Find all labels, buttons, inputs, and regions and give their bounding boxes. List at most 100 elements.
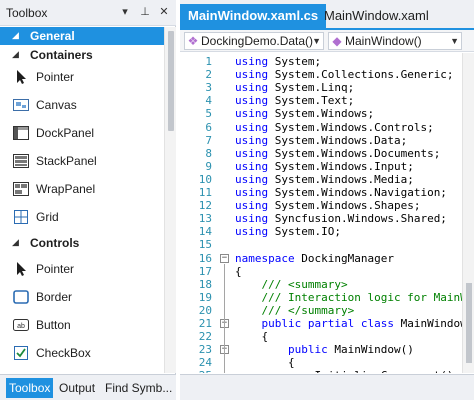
code-line: 6 using System.Windows.Controls; bbox=[180, 121, 474, 134]
dockpanel-icon bbox=[13, 126, 29, 140]
item-label: Pointer bbox=[36, 70, 75, 84]
toolbox-item-grid[interactable]: Grid bbox=[0, 204, 164, 230]
tab-find-symbol[interactable]: Find Symb... bbox=[102, 378, 175, 398]
toolbox-item-checkbox[interactable]: CheckBox bbox=[0, 340, 164, 366]
toolbox-title: Toolbox bbox=[6, 6, 48, 20]
code-text: InitializeComponent(); bbox=[235, 369, 460, 373]
toolbox-header: Toolbox ▾ ⊥ ✕ bbox=[0, 0, 176, 26]
pointer-arrow-icon bbox=[17, 262, 26, 276]
code-line: 1 using System; bbox=[180, 55, 474, 68]
code-text: using System.Windows.Shapes; bbox=[235, 199, 421, 213]
line-number: 15 bbox=[198, 238, 212, 252]
code-text: using System.Windows; bbox=[235, 107, 375, 121]
item-label: StackPanel bbox=[36, 154, 97, 168]
line-number: 6 bbox=[205, 120, 212, 134]
line-number: 18 bbox=[198, 277, 212, 291]
line-number: 1 bbox=[205, 55, 212, 68]
scrollbar-thumb[interactable] bbox=[168, 31, 174, 131]
scrollbar-thumb[interactable] bbox=[466, 283, 472, 363]
editor-vertical-scrollbar[interactable] bbox=[462, 53, 474, 373]
outline-guide bbox=[224, 355, 225, 373]
code-text: using System.Windows.Media; bbox=[235, 172, 414, 186]
category-containers[interactable]: ◢ Containers bbox=[0, 46, 164, 64]
code-line: 9 using System.Windows.Input; bbox=[180, 160, 474, 173]
toolbox-item-border[interactable]: Border bbox=[0, 284, 164, 310]
toolbox-item-stackpanel[interactable]: StackPanel bbox=[0, 148, 164, 174]
code-editor: MainWindow.xaml.cs MainWindow.xaml ❖ Dock… bbox=[180, 0, 474, 400]
item-label: Button bbox=[36, 318, 71, 332]
code-text: public MainWindow() bbox=[235, 343, 414, 357]
code-line: 12 using System.Windows.Shapes; bbox=[180, 199, 474, 212]
category-label: General bbox=[30, 29, 75, 43]
toolbox-item-canvas[interactable]: Canvas bbox=[0, 92, 164, 118]
code-text: using System.IO; bbox=[235, 225, 341, 239]
item-label: Border bbox=[36, 290, 73, 304]
line-number: 20 bbox=[198, 303, 212, 317]
line-number: 21 bbox=[198, 317, 212, 330]
checkbox-icon bbox=[14, 346, 28, 360]
line-number: 8 bbox=[205, 146, 212, 160]
stackpanel-icon bbox=[13, 154, 29, 168]
code-text: using System.Windows.Documents; bbox=[235, 146, 441, 160]
canvas-icon bbox=[13, 99, 29, 111]
type-dropdown-value: DockingDemo.Data() bbox=[201, 34, 314, 48]
toolbox-scrollbar[interactable] bbox=[164, 27, 176, 373]
toolbox-item-pointer-controls[interactable]: Pointer bbox=[0, 256, 164, 282]
line-number: 7 bbox=[205, 133, 212, 147]
item-label: Pointer bbox=[36, 262, 75, 276]
code-line: 11 using System.Windows.Navigation; bbox=[180, 186, 474, 199]
code-text-area[interactable]: 1 using System; 2 using System.Collections.… bbox=[180, 53, 474, 373]
code-text: using System.Windows.Data; bbox=[235, 133, 408, 147]
tab-output[interactable]: Output bbox=[56, 378, 98, 398]
code-text: public partial class MainWindow bbox=[235, 317, 467, 330]
tab-mainwindow-xaml-cs[interactable]: MainWindow.xaml.cs bbox=[180, 4, 327, 28]
close-icon[interactable]: ✕ bbox=[157, 5, 171, 20]
collapse-arrow-icon[interactable]: ◢ bbox=[12, 237, 19, 248]
tab-toolbox[interactable]: Toolbox bbox=[6, 378, 54, 398]
line-number: 2 bbox=[205, 68, 212, 82]
code-line: 7 using System.Windows.Data; bbox=[180, 134, 474, 147]
item-label: Grid bbox=[36, 210, 59, 224]
bottom-tab-strip: Toolbox Output Find Symb... bbox=[0, 374, 176, 400]
pin-icon[interactable]: ⊥ bbox=[138, 5, 152, 20]
class-icon: ❖ bbox=[187, 34, 199, 48]
code-line: 10 using System.Windows.Media; bbox=[180, 173, 474, 186]
editor-bottom-strip bbox=[180, 374, 474, 400]
toolbox-item-pointer[interactable]: Pointer bbox=[0, 64, 164, 90]
method-icon: ◆ bbox=[332, 34, 342, 48]
toolbox-item-button[interactable]: ab Button bbox=[0, 312, 164, 338]
pointer-arrow-icon bbox=[17, 70, 26, 84]
category-label: Controls bbox=[30, 236, 80, 250]
line-number: 9 bbox=[205, 159, 212, 173]
category-general[interactable]: ◢ General bbox=[0, 27, 164, 45]
collapse-arrow-icon[interactable]: ◢ bbox=[12, 49, 19, 60]
code-text: using System.Collections.Generic; bbox=[235, 68, 454, 82]
collapse-arrow-icon[interactable]: ◢ bbox=[12, 30, 19, 41]
line-number: 25 bbox=[180, 369, 212, 373]
code-text: { bbox=[235, 330, 269, 344]
code-line: 13 using Syncfusion.Windows.Shared; bbox=[180, 212, 474, 225]
code-line: 14 using System.IO; bbox=[180, 225, 474, 238]
code-text: using System.Linq; bbox=[235, 81, 355, 95]
member-dropdown[interactable]: ◆ MainWindow() ▼ bbox=[328, 32, 462, 50]
code-text: /// Interaction logic for MainW bbox=[235, 290, 467, 304]
line-number: 12 bbox=[198, 199, 212, 213]
code-text: using System; bbox=[235, 55, 322, 68]
type-dropdown[interactable]: ❖ DockingDemo.Data() ▼ bbox=[184, 32, 324, 50]
tab-mainwindow-xaml[interactable]: MainWindow.xaml bbox=[316, 4, 437, 28]
code-text: /// <summary> bbox=[235, 277, 348, 291]
code-text: using System.Text; bbox=[235, 94, 355, 108]
item-label: Canvas bbox=[36, 98, 77, 112]
dropdown-icon[interactable]: ▾ bbox=[118, 5, 132, 20]
toolbox-item-wrappanel[interactable]: WrapPanel bbox=[0, 176, 164, 202]
collapse-toggle-icon[interactable]: − bbox=[220, 253, 229, 263]
item-label: DockPanel bbox=[36, 126, 95, 140]
category-controls[interactable]: ◢ Controls bbox=[0, 234, 164, 252]
code-text: { bbox=[235, 264, 242, 278]
line-number: 23 bbox=[198, 343, 212, 357]
code-line: 5 using System.Windows; bbox=[180, 107, 474, 120]
member-dropdown-value: MainWindow() bbox=[345, 34, 422, 48]
item-label: WrapPanel bbox=[36, 182, 96, 196]
toolbox-item-dockpanel[interactable]: DockPanel bbox=[0, 120, 164, 146]
border-icon bbox=[13, 290, 29, 304]
